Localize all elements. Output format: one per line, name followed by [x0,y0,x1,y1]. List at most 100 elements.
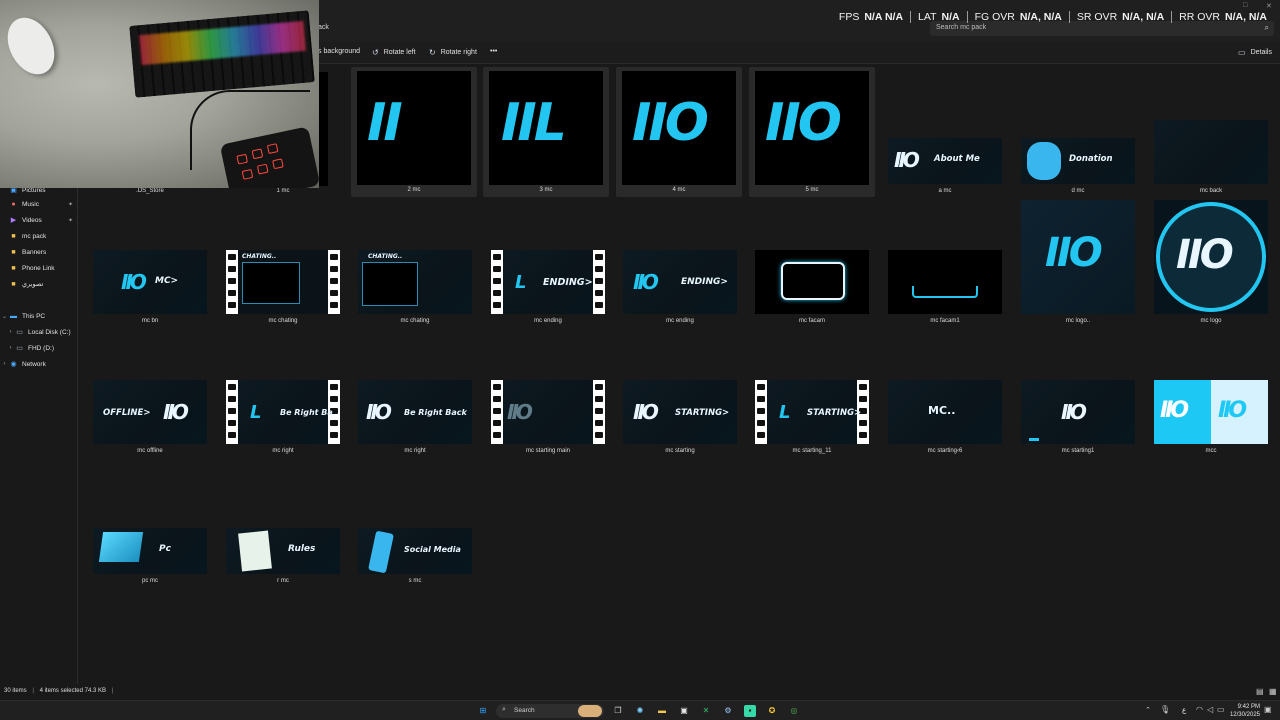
file-thumbnail: L Be Right Ba [226,380,340,444]
file-name: 5 mc [805,187,819,193]
sidebar-item-fhd-drive[interactable]: › ▭ FHD (D:) [6,341,55,355]
steam-icon[interactable]: ⚙ [722,705,734,717]
sidebar-item-banners[interactable]: ■ Banners [0,245,46,259]
sidebar-item-this-pc[interactable]: ⌄ ▬ This PC [0,309,45,323]
pin-icon: ✦ [68,201,74,208]
videos-icon: ▶ [10,217,17,224]
tiles-view-icon[interactable]: ▦ [1269,687,1277,696]
folder-icon: ■ [11,280,16,288]
file-item[interactable]: CHATING.. mc chating [220,198,346,326]
file-thumbnail: IIO [1154,200,1268,314]
file-item[interactable]: IIO MC> mc bn [87,198,213,326]
file-thumbnail: Donation [1021,138,1135,184]
language-indicator[interactable]: ع [1182,706,1186,714]
file-item[interactable]: mc back [1148,68,1274,196]
file-item[interactable]: IIO IIO mcc [1148,328,1274,456]
file-item[interactable]: IIO STARTING> mc starting [617,328,743,456]
file-item[interactable]: Rules r mc [220,458,346,586]
chrome-icon[interactable]: ◎ [788,705,800,717]
file-thumbnail: IIO About Me [888,138,1002,184]
game-icon[interactable]: ✪ [766,705,778,717]
latency-stat: LAT N/A [918,11,960,23]
battery-icon[interactable]: ▭ [1217,705,1225,714]
file-item[interactable]: IIO mc logo.. [1015,198,1141,326]
search-input[interactable]: Search mc pack ⌕ [930,21,1274,36]
pc-icon: ▬ [10,312,17,320]
wifi-icon[interactable]: ◠ [1196,705,1203,714]
file-item[interactable]: L ENDING> mc ending [485,198,611,326]
notification-icon[interactable]: ▣ [1264,705,1272,714]
file-item[interactable]: L Be Right Ba mc right [220,328,346,456]
file-name: mc facam1 [930,318,960,324]
chevron-down-icon[interactable]: ⌄ [0,313,9,320]
file-item[interactable]: IIO ENDING> mc ending [617,198,743,326]
file-name: mc right [272,448,294,454]
file-item[interactable]: IIO mc starting1 [1015,328,1141,456]
sidebar-item-arabic-folder[interactable]: ■ تصويري [0,277,43,291]
file-explorer-icon[interactable]: ▬ [656,705,668,717]
navigation-pane: ▣ Pictures ● Music ✦ ▶ Videos ✦ ■ mc pack ■ Ban… [0,187,78,684]
file-item[interactable]: IIO About Me a mc [882,68,1008,196]
maximize-icon[interactable]: □ [1243,2,1247,9]
file-item[interactable]: Donation d mc [1015,68,1141,196]
file-item[interactable]: L STARTING> mc starting_11 [749,328,875,456]
set-background-button[interactable]: s background [318,48,360,55]
document-icon [238,530,272,572]
file-item[interactable]: CHATING.. mc chating [352,198,478,326]
file-item[interactable]: IIO 5 mc [749,67,875,197]
search-icon: ⌕ [502,706,506,713]
file-thumbnail: IIO STARTING> [623,380,737,444]
clock[interactable]: 9:42 PM 12/30/2025 [1230,703,1260,719]
file-item[interactable]: IIO mc starting main [485,328,611,456]
task-view-icon[interactable]: ❐ [612,705,624,717]
file-item[interactable]: IIO Be Right Back mc right [352,328,478,456]
file-item[interactable]: Pc pc mc [87,458,213,586]
copilot-icon[interactable]: ✺ [634,705,646,717]
volume-icon[interactable]: ◁ [1207,705,1213,714]
app-icon[interactable]: ▪ [744,705,756,717]
network-icon: ◉ [10,361,17,368]
rotate-right-button[interactable]: ↻ Rotate right [429,48,477,57]
sidebar-item-music[interactable]: ● Music ✦ [0,197,73,211]
file-item[interactable]: mc facam1 [882,198,1008,326]
file-item[interactable]: IIO 4 mc [616,67,742,197]
details-button[interactable]: ▭ Details [1238,48,1272,57]
chevron-right-icon[interactable]: › [6,329,15,335]
file-thumbnail: IIO Be Right Back [358,380,472,444]
file-item[interactable]: MC.. mc starting‹6 [882,328,1008,456]
pin-icon: ✦ [68,217,74,224]
details-view-icon[interactable]: ▤ [1256,687,1264,696]
store-icon[interactable]: ▣ [678,705,690,717]
file-thumbnail: IIO [1021,380,1135,444]
microphone-icon[interactable]: 🎙 [1160,705,1170,714]
file-item[interactable]: OFFLINE> IIO mc offline [87,328,213,456]
file-name: pc mc [141,578,158,584]
rotate-right-icon: ↻ [429,48,436,57]
file-item[interactable]: mc facam [749,198,875,326]
sidebar-item-phone-link[interactable]: ■ Phone Link [0,261,54,275]
excel-icon[interactable]: ✕ [700,705,712,717]
rotate-left-button[interactable]: ↺ Rotate left [372,48,416,57]
chevron-right-icon[interactable]: › [0,361,9,367]
file-item[interactable]: IIL 3 mc [483,67,609,197]
chevron-right-icon[interactable]: › [6,345,15,351]
more-options-button[interactable]: ••• [490,48,497,55]
chevron-up-icon[interactable]: ⌃ [1145,706,1151,714]
folder-icon: ■ [11,248,16,256]
sidebar-item-mc-pack[interactable]: ■ mc pack [0,229,46,243]
file-name: mc facam [798,318,825,324]
sidebar-item-local-disk[interactable]: › ▭ Local Disk (C:) [6,325,71,339]
file-item[interactable]: II 2 mc [351,67,477,197]
sidebar-item-network[interactable]: › ◉ Network [0,357,46,371]
fps-stat: FPS N/A N/A [838,11,904,23]
rr-ovr-stat: RR OVR N/A, N/A [1179,11,1267,23]
file-item[interactable]: IIO mc logo [1148,198,1274,326]
file-item[interactable]: Social Media s mc [352,458,478,586]
start-icon[interactable]: ⊞ [477,705,489,717]
close-icon[interactable]: ✕ [1266,2,1272,10]
address-path[interactable]: ack [318,24,329,31]
taskbar-search[interactable]: ⌕ Search [496,704,604,718]
file-name: mc right [404,448,426,454]
sidebar-item-videos[interactable]: ▶ Videos ✦ [0,213,73,227]
file-name: mc bn [141,318,159,324]
